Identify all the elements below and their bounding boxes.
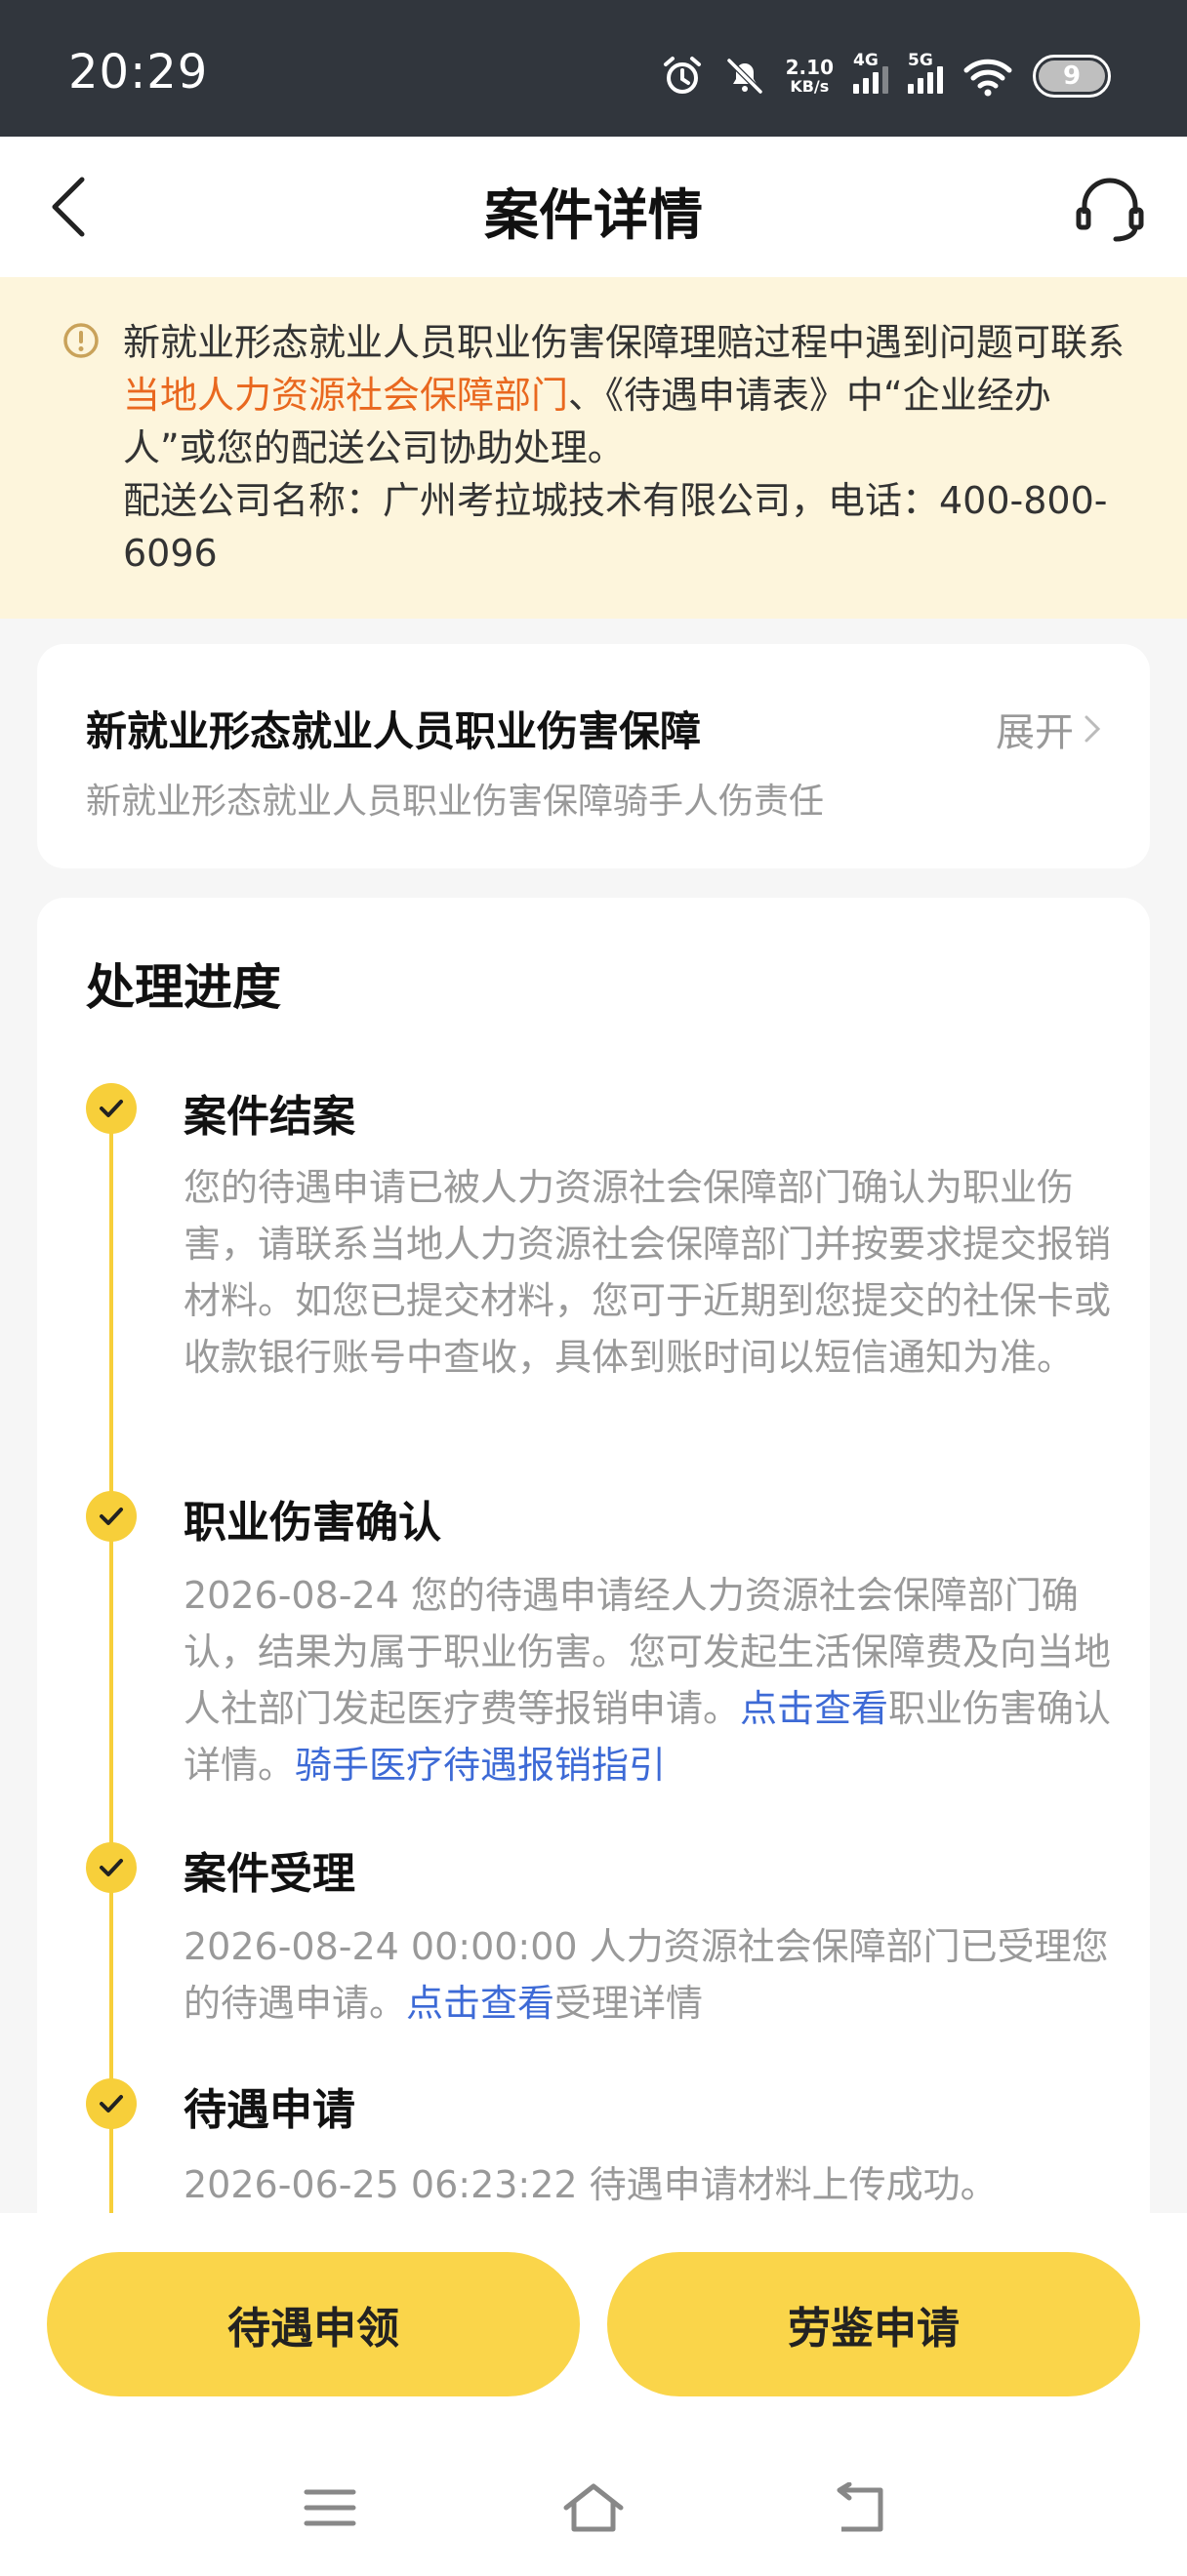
notice-text: 新就业形态就业人员职业伤害保障理赔过程中遇到问题可联系当地人力资源社会保障部门、…: [123, 316, 1138, 580]
step-check-icon: [86, 1083, 137, 1134]
mute-icon: [723, 55, 766, 98]
medical-guide-link[interactable]: 骑手医疗待遇报销指引: [295, 1744, 666, 1787]
step-description: 2026-06-25 06:23:22 待遇申请材料上传成功。: [184, 2163, 998, 2206]
step-title: 案件结案: [184, 1092, 355, 1142]
headset-icon[interactable]: [1070, 168, 1150, 248]
labor-appraisal-button[interactable]: 劳鉴申请: [607, 2252, 1140, 2396]
back-icon[interactable]: [818, 2478, 896, 2537]
timeline-line: [109, 1114, 113, 2246]
network-speed: 2.10 KB/s: [785, 55, 834, 96]
step-title: 职业伤害确认: [184, 1498, 441, 1548]
net-speed-unit: KB/s: [790, 76, 830, 96]
expand-button[interactable]: 展开: [996, 701, 1101, 757]
step-title: 待遇申请: [184, 2085, 355, 2135]
step-description: 2026-08-24 您的待遇申请经人力资源社会保障部门确认，结果为属于职业伤害…: [184, 1567, 1138, 1793]
signal-4g-label: 4G: [853, 51, 879, 70]
wifi-icon: [962, 55, 1013, 98]
status-icons: 2.10 KB/s 4G 5G 9: [661, 47, 1111, 105]
nav-bar: 案件详情: [0, 137, 1187, 277]
insurance-card[interactable]: 新就业形态就业人员职业伤害保障 新就业形态就业人员职业伤害保障骑手人伤责任 展开: [37, 644, 1150, 868]
step-title: 案件受理: [184, 1849, 355, 1899]
signal-4g-icon: 4G: [853, 51, 888, 94]
page-title: 案件详情: [484, 184, 703, 248]
menu-icon[interactable]: [291, 2478, 369, 2537]
notice-department-link[interactable]: 当地人力资源社会保障部门: [123, 374, 568, 417]
net-speed-value: 2.10: [785, 55, 834, 79]
progress-card: 处理进度 案件结案 您的待遇申请已被人力资源社会保障部门确认为职业伤害，请联系当…: [37, 898, 1150, 2264]
signal-5g-label: 5G: [908, 51, 933, 70]
signal-5g-icon: 5G: [908, 51, 943, 94]
notice-company-line: 配送公司名称：广州考拉城技术有限公司，电话：400-800-6096: [123, 479, 1108, 575]
step-check-icon: [86, 1491, 137, 1542]
chevron-right-icon: [1085, 715, 1101, 743]
step-description: 您的待遇申请已被人力资源社会保障部门确认为职业伤害，请联系当地人力资源社会保障部…: [184, 1166, 1112, 1379]
bottom-action-bar: 待遇申领 劳鉴申请: [0, 2213, 1187, 2576]
alarm-icon: [661, 55, 704, 98]
progress-title: 处理进度: [86, 959, 281, 1016]
step-check-icon: [86, 2078, 137, 2129]
battery-icon: 9: [1033, 55, 1111, 98]
home-icon[interactable]: [554, 2478, 633, 2537]
step-description: 2026-08-24 00:00:00 人力资源社会保障部门已受理您的待遇申请。…: [184, 1918, 1138, 2032]
step-check-icon: [86, 1842, 137, 1893]
insurance-subtitle: 新就业形态就业人员职业伤害保障骑手人伤责任: [86, 782, 825, 822]
view-confirmation-link[interactable]: 点击查看: [740, 1687, 888, 1730]
battery-level: 9: [1039, 60, 1105, 92]
benefit-claim-button[interactable]: 待遇申领: [47, 2252, 580, 2396]
notice-text-part: 新就业形态就业人员职业伤害保障理赔过程中遇到问题可联系: [123, 321, 1126, 364]
status-time: 20:29: [68, 45, 209, 100]
step-description-part: 受理详情: [554, 1982, 704, 2025]
info-circle-icon: [63, 323, 99, 358]
status-bar: 20:29 2.10 KB/s 4G 5G 9: [0, 0, 1187, 137]
notice-banner: 新就业形态就业人员职业伤害保障理赔过程中遇到问题可联系当地人力资源社会保障部门、…: [0, 277, 1187, 619]
insurance-title: 新就业形态就业人员职业伤害保障: [86, 707, 702, 755]
view-acceptance-link[interactable]: 点击查看: [406, 1982, 554, 2025]
expand-label: 展开: [996, 710, 1074, 755]
